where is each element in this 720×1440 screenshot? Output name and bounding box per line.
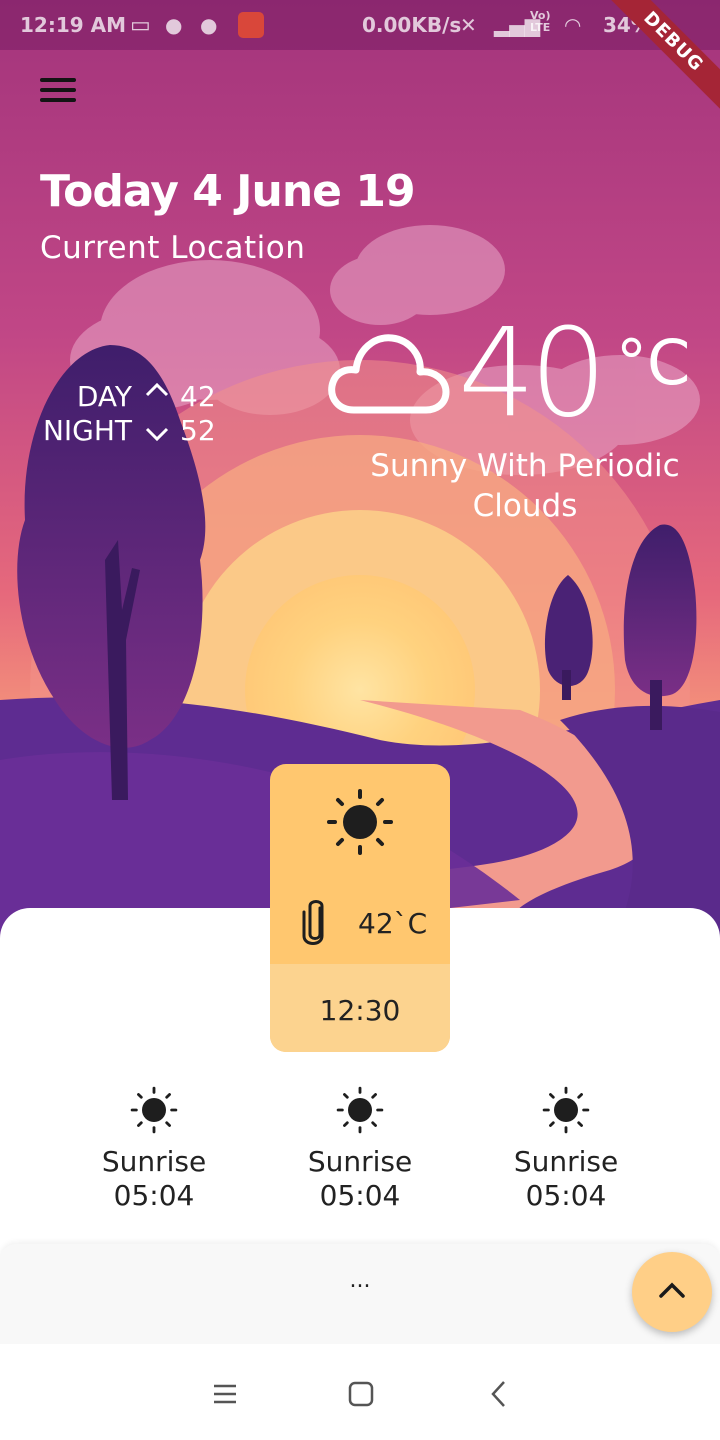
page-title: Today 4 June 19 <box>40 166 416 217</box>
sun-slot-label: Sunrise <box>101 1145 207 1178</box>
paperclip-icon <box>302 900 324 945</box>
weather-condition: Sunny With Periodic Clouds <box>370 448 680 524</box>
collapsed-panel[interactable]: ... <box>0 1244 720 1344</box>
sun-icon <box>130 1086 178 1134</box>
volte-icon: Vo) LTE <box>530 9 551 34</box>
network-speed: 0.00KB/s <box>362 13 462 37</box>
hourly-temperature: 42`C <box>358 907 428 940</box>
recent-apps-icon[interactable] <box>205 1374 245 1414</box>
wifi-icon: ◠ <box>565 13 581 37</box>
status-bar: 12:19 AM ▭ ● ● 0.00KB/s ✕ ▂▄▆ Vo) LTE ◠ … <box>0 0 720 50</box>
back-icon[interactable] <box>480 1374 520 1414</box>
temperature-unit: °C <box>616 326 691 399</box>
sun-slot-label: Sunrise <box>307 1145 413 1178</box>
weather-screen: 12:19 AM ▭ ● ● 0.00KB/s ✕ ▂▄▆ Vo) LTE ◠ … <box>0 0 720 1440</box>
sun-slot: Sunrise 05:04 <box>280 1086 440 1213</box>
sun-slot-time: 05:04 <box>319 1179 401 1212</box>
sun-slot-time: 05:04 <box>525 1179 607 1212</box>
cloud-icon <box>328 334 450 414</box>
day-label: DAY <box>76 380 132 413</box>
chevron-up-icon <box>145 382 169 397</box>
cat-icon: ● <box>165 13 183 37</box>
expand-button[interactable] <box>632 1252 712 1332</box>
panel-ellipsis: ... <box>349 1268 371 1293</box>
sun-icon <box>542 1086 590 1134</box>
sun-slot-label: Sunrise <box>513 1145 619 1178</box>
sun-slot: Sunrise 05:04 <box>74 1086 234 1213</box>
system-nav-bar <box>0 1344 720 1440</box>
laptop-icon: ▭ <box>130 13 151 38</box>
sun-icon <box>327 789 393 855</box>
sun-icon <box>336 1086 384 1134</box>
notification-app-icon <box>238 12 264 38</box>
hourly-time: 12:30 <box>319 994 401 1027</box>
menu-icon[interactable] <box>40 78 76 102</box>
sun-slot-time: 05:04 <box>113 1179 195 1212</box>
home-icon[interactable] <box>341 1374 381 1414</box>
night-value: 52 <box>180 414 216 447</box>
hourly-forecast-card[interactable]: 42`C 12:30 <box>270 764 450 1052</box>
location-label: Current Location <box>40 230 306 266</box>
night-label: NIGHT <box>42 414 132 447</box>
mute-icon: ✕ <box>460 13 477 37</box>
chevron-up-icon <box>659 1282 685 1298</box>
current-temperature: 40 <box>458 302 607 444</box>
sun-slot: Sunrise 05:04 <box>486 1086 646 1213</box>
cat-icon-2: ● <box>200 13 218 37</box>
day-value: 42 <box>180 380 216 413</box>
status-time: 12:19 AM <box>20 13 127 37</box>
chevron-down-icon <box>145 427 169 442</box>
